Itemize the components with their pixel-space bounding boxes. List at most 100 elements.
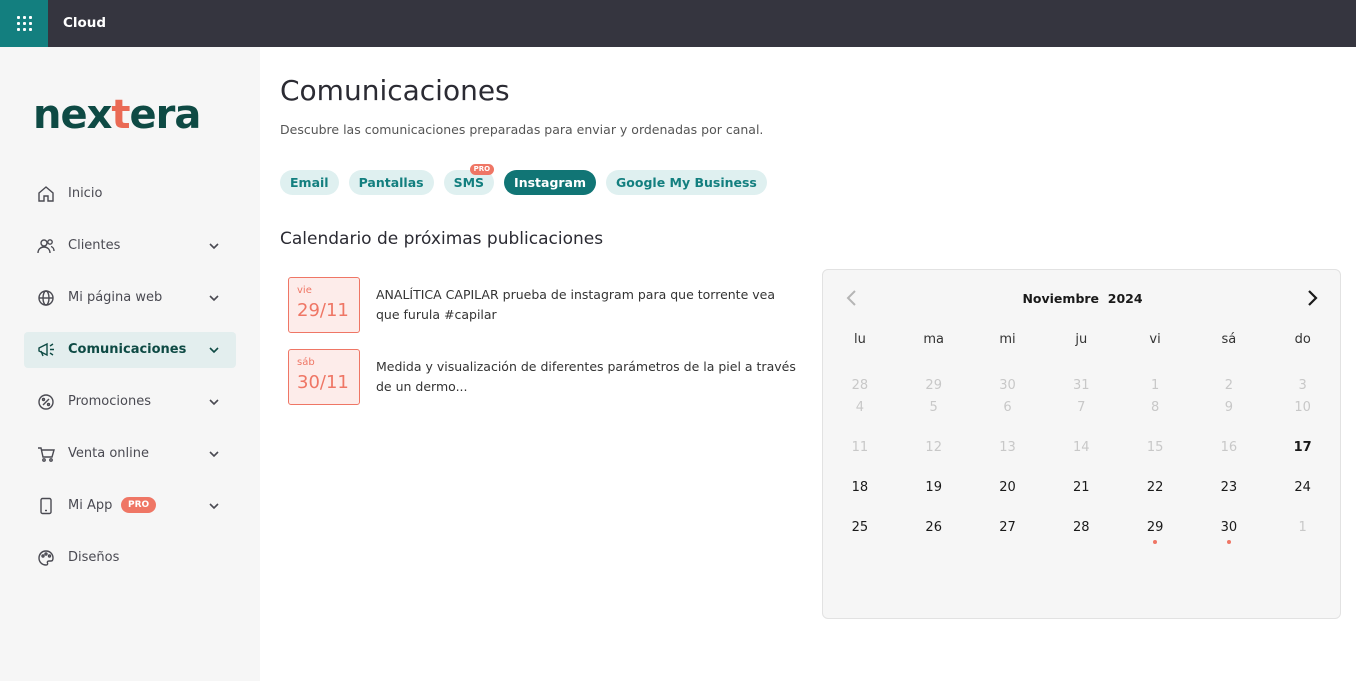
post-text: ANALÍTICA CAPILAR prueba de instagram pa…: [376, 287, 775, 322]
sidebar-item-label: Comunicaciones: [68, 342, 187, 357]
calendar-day[interactable]: 24: [1266, 480, 1340, 520]
calendar-day: 2: [1224, 378, 1234, 393]
calendar-day[interactable]: 21: [1044, 480, 1118, 520]
chevron-down-icon: [209, 347, 219, 354]
home-icon: [38, 186, 54, 202]
sidebar-item-promociones[interactable]: Promociones: [24, 384, 236, 420]
calendar-day: 11: [851, 440, 869, 455]
calendar-day[interactable]: 27: [971, 520, 1045, 560]
sidebar-item-disenos[interactable]: Diseños: [24, 540, 236, 576]
sidebar-item-label: Mi App: [68, 498, 113, 513]
tab-pantallas[interactable]: Pantallas: [348, 170, 434, 195]
calendar-day[interactable]: 19: [897, 480, 971, 520]
cart-icon: [38, 447, 55, 462]
tab-email[interactable]: Email: [280, 170, 339, 195]
sidebar-item-label: Mi página web: [68, 290, 163, 305]
post-date-box: vie 29/11: [288, 277, 360, 333]
event-dot: [1226, 540, 1231, 544]
post-weekday: sáb: [297, 357, 315, 368]
calendar-week: 18 19 20 21 22 23 24: [823, 480, 1342, 520]
calendar-day: 12: [925, 440, 942, 455]
calendar-grid: lu ma mi ju vi sá do 28 29 30 31 1 2 3 4…: [823, 332, 1342, 560]
calendar-day[interactable]: 23: [1192, 480, 1266, 520]
calendar-day: 16: [1220, 440, 1238, 455]
sidebar-item-mi-app[interactable]: Mi App PRO: [24, 488, 236, 524]
calendar-week: 4 5 6 7 8 9 10: [823, 400, 1342, 440]
discount-icon: [38, 394, 54, 410]
calendar-month-label: Noviembre 2024: [823, 291, 1342, 306]
calendar-day[interactable]: 25: [823, 520, 897, 560]
sidebar-nav: Inicio Clientes Mi página web Comunicaci…: [24, 176, 236, 592]
calendar-day-with-event[interactable]: 29: [1118, 520, 1192, 560]
sidebar-item-comunicaciones[interactable]: Comunicaciones: [24, 332, 236, 368]
sidebar-item-label: Inicio: [68, 186, 103, 201]
calendar-day[interactable]: 20: [971, 480, 1045, 520]
sidebar-item-inicio[interactable]: Inicio: [24, 176, 236, 212]
calendar-day[interactable]: 18: [823, 480, 897, 520]
sidebar-item-venta-online[interactable]: Venta online: [24, 436, 236, 472]
calendar-day[interactable]: 26: [897, 520, 971, 560]
sidebar-item-label: Diseños: [68, 550, 120, 565]
post-text: Medida y visualización de diferentes par…: [376, 359, 796, 394]
calendar-day-with-event[interactable]: 30: [1192, 520, 1266, 560]
tab-google-my-business[interactable]: Google My Business: [606, 170, 767, 195]
calendar-day: 7: [1077, 400, 1086, 415]
section-title: Calendario de próximas publicaciones: [280, 229, 604, 249]
post-item[interactable]: vie 29/11 ANALÍTICA CAPILAR prueba de in…: [288, 277, 798, 333]
calendar-weekday: do: [1294, 332, 1311, 347]
pro-badge: PRO: [121, 497, 157, 513]
app-launcher-button[interactable]: [0, 0, 48, 47]
sidebar: nextera Inicio Clientes Mi página web Co…: [0, 47, 260, 681]
calendar-day: 14: [1073, 440, 1090, 455]
calendar-weekday: sá: [1221, 332, 1237, 347]
phone-icon: [40, 497, 52, 515]
palette-icon: [38, 550, 54, 566]
calendar-day: 4: [855, 400, 865, 415]
calendar-day-today[interactable]: 17: [1266, 440, 1340, 480]
sidebar-item-label: Venta online: [68, 446, 149, 461]
calendar-day: 6: [1003, 400, 1012, 415]
calendar-weekday: ju: [1075, 332, 1088, 347]
channel-tabs: Email Pantallas SMS PRO Instagram Google…: [280, 164, 777, 195]
calendar-day: 3: [1298, 378, 1307, 393]
post-date-box: sáb 30/11: [288, 349, 360, 405]
chevron-down-icon: [209, 451, 219, 458]
brand-logo[interactable]: nextera: [33, 95, 201, 135]
calendar-weekday-row: lu ma mi ju vi sá do: [823, 332, 1342, 360]
chevron-down-icon: [209, 243, 219, 250]
calendar-day: 13: [999, 440, 1016, 455]
sidebar-item-clientes[interactable]: Clientes: [24, 228, 236, 264]
post-item[interactable]: sáb 30/11 Medida y visualización de dife…: [288, 349, 798, 405]
calendar-day[interactable]: 28: [1044, 520, 1118, 560]
post-date: 30/11: [297, 372, 349, 393]
globe-icon: [38, 290, 54, 306]
tab-instagram[interactable]: Instagram: [504, 170, 597, 195]
page-subtitle: Descubre las comunicaciones preparadas p…: [280, 122, 764, 137]
sidebar-item-mi-pagina-web[interactable]: Mi página web: [24, 280, 236, 316]
event-dot: [1153, 540, 1158, 544]
calendar-day: 10: [1294, 400, 1311, 415]
calendar-day[interactable]: 22: [1118, 480, 1192, 520]
calendar-weekday: lu: [853, 332, 866, 347]
calendar-day-number: 30: [1220, 520, 1238, 535]
calendar-day: 5: [929, 400, 938, 415]
calendar-week: 28 29 30 31 1 2 3: [823, 360, 1342, 400]
calendar-day: 9: [1224, 400, 1234, 415]
users-icon: [37, 239, 55, 254]
calendar-weekday: mi: [999, 332, 1016, 347]
calendar-week: 25 26 27 28 29 30 1: [823, 520, 1342, 560]
calendar-day: 28: [851, 378, 869, 393]
top-bar: Cloud: [0, 0, 1356, 47]
calendar-day: 1: [1298, 520, 1307, 535]
megaphone-icon: [38, 342, 54, 357]
tab-sms[interactable]: SMS PRO: [443, 164, 495, 195]
sidebar-item-label: Clientes: [68, 238, 121, 253]
calendar-day: 30: [999, 378, 1016, 393]
calendar-day: 8: [1150, 400, 1160, 415]
calendar-day: 15: [1146, 440, 1164, 455]
pro-badge: PRO: [469, 164, 495, 175]
calendar-day-number: 29: [1146, 520, 1164, 535]
chevron-down-icon: [209, 399, 219, 406]
chevron-right-icon[interactable]: [1305, 289, 1319, 307]
calendar-weekday: ma: [923, 332, 945, 347]
